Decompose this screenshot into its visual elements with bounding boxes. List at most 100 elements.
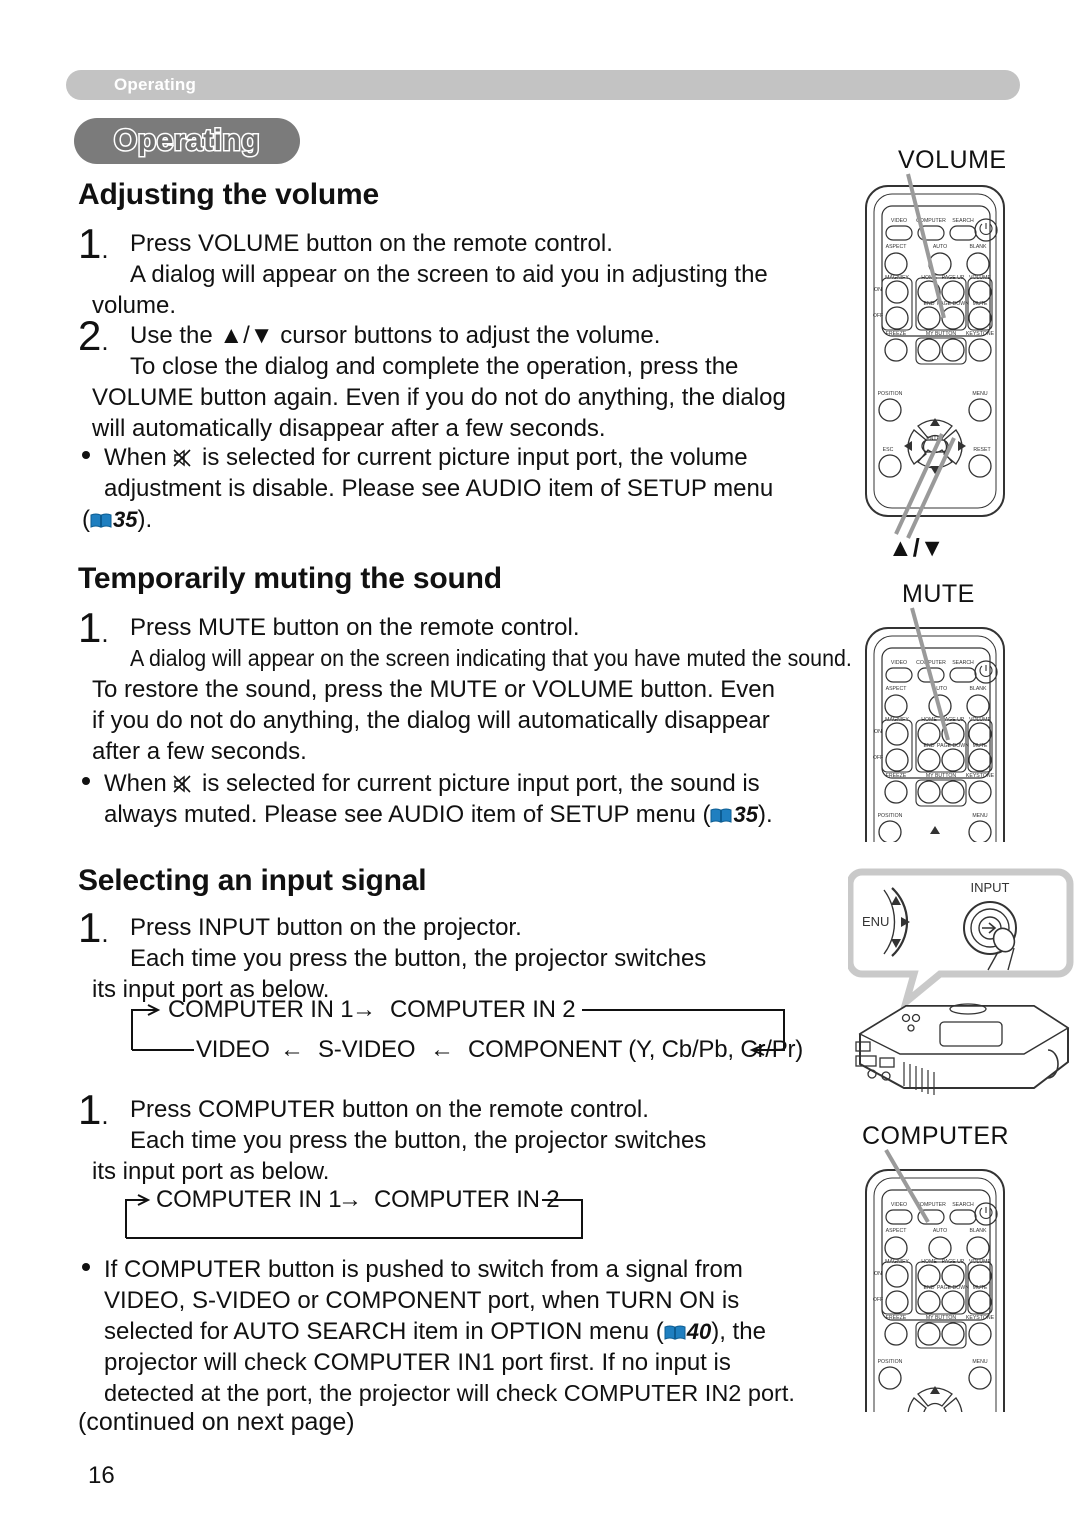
step-line: will automatically disappear after a few… <box>92 415 606 442</box>
page-ref: 40 <box>686 1319 712 1344</box>
svg-text:KEYSTONE: KEYSTONE <box>966 331 995 337</box>
running-head-bar: Operating <box>66 70 1020 100</box>
step-line: Each time you press the button, the proj… <box>130 945 707 972</box>
svg-text:MENU: MENU <box>972 391 988 397</box>
svg-text:MENU: MENU <box>972 1359 988 1365</box>
paren-open: ( <box>82 506 90 533</box>
step-number: 1. <box>78 604 109 651</box>
svg-text:BLANK: BLANK <box>969 1228 987 1234</box>
step-line: Press COMPUTER button on the remote cont… <box>130 1096 649 1123</box>
flow-arrow: → <box>338 1186 362 1213</box>
bullet-dot <box>82 1263 90 1271</box>
step-line: Press INPUT button on the projector. <box>130 914 522 941</box>
book-icon <box>710 801 732 823</box>
flow-row1-arrow: → <box>352 996 376 1023</box>
heading-adjusting-volume: Adjusting the volume <box>78 178 380 211</box>
callout-label-updown: ▲/▼ <box>888 534 945 562</box>
svg-text:OFF: OFF <box>873 755 883 761</box>
svg-text:MUTE: MUTE <box>973 301 988 307</box>
heading-selecting-input: Selecting an input signal <box>78 864 427 897</box>
note-line: detected at the port, the projector will… <box>104 1380 795 1406</box>
step-line: its input port as below. <box>92 1158 330 1185</box>
svg-text:BLANK: BLANK <box>969 244 987 250</box>
step-mute-1: 1. Press MUTE button on the remote contr… <box>78 604 930 767</box>
svg-text:ON: ON <box>874 729 882 735</box>
running-head-label: Operating <box>114 75 197 94</box>
svg-text:POSITION: POSITION <box>878 1359 903 1365</box>
svg-text:MUTE: MUTE <box>973 1285 988 1291</box>
note-text: always muted. Please see AUDIO item of S… <box>104 801 711 828</box>
note-line: adjustment is disable. Please see AUDIO … <box>104 475 774 502</box>
note-line-page-ref: always muted. Please see AUDIO item of S… <box>104 799 904 830</box>
svg-text:MAGNIFY: MAGNIFY <box>885 1259 909 1265</box>
note-line: When is selected for current picture inp… <box>104 768 904 799</box>
step-line: volume. <box>92 292 177 319</box>
paren-close: ). <box>137 506 153 533</box>
projector-menu-label: ENU <box>862 914 889 929</box>
leader-line-updown <box>894 433 956 539</box>
leader-line-mute <box>910 607 950 741</box>
book-icon <box>90 506 112 528</box>
flow-row1-computer-in-2: COMPUTER IN 2 <box>390 996 576 1023</box>
svg-text:KEYSTONE: KEYSTONE <box>966 1315 995 1321</box>
input-cycle-diagram-computer: COMPUTER IN 1 → COMPUTER IN 2 <box>112 1186 632 1248</box>
step-volume-2: 2. Use the ▲/▼ cursor buttons to adjust … <box>78 312 920 444</box>
step-line: Each time you press the button, the proj… <box>130 1127 707 1154</box>
step-line: To restore the sound, press the MUTE or … <box>92 676 775 703</box>
svg-text:ON: ON <box>874 1271 882 1277</box>
input-cycle-diagram-projector: COMPUTER IN 1 → COMPUTER IN 2 VIDEO ← S-… <box>112 996 812 1063</box>
note-text: is selected for current picture input po… <box>202 444 748 471</box>
svg-text:POSITION: POSITION <box>878 813 903 819</box>
svg-text:PAGE UP: PAGE UP <box>942 1259 965 1265</box>
note-text: is selected for current picture input po… <box>202 770 760 797</box>
continued-note: (continued on next page) <box>78 1408 355 1436</box>
note-line: VIDEO, S-VIDEO or COMPONENT port, when T… <box>104 1287 740 1314</box>
step-number: 1. <box>78 904 109 951</box>
note-line-page-ref: selected for AUTO SEARCH item in OPTION … <box>104 1316 904 1347</box>
step-number: 1. <box>78 220 109 267</box>
note-volume-mute: When is selected for current picture inp… <box>78 442 894 535</box>
svg-text:VOLUME: VOLUME <box>969 275 991 281</box>
note-line: projector will check COMPUTER IN1 port f… <box>104 1349 731 1376</box>
step-line: To close the dialog and complete the ope… <box>130 353 739 380</box>
bullet-dot <box>82 451 90 459</box>
step-line: VOLUME button again. Even if you do not … <box>92 384 786 411</box>
svg-text:FREEZE: FREEZE <box>886 1315 907 1321</box>
flow-row2-arrow-2: ← <box>430 1036 454 1063</box>
svg-text:PAGE DOWN: PAGE DOWN <box>937 1285 969 1291</box>
step-number: 2. <box>78 312 109 359</box>
paren-close: ). <box>757 801 773 828</box>
flow-row2-arrow-1: ← <box>280 1036 304 1063</box>
flow-row2-s-video: S-VIDEO <box>318 1036 416 1063</box>
svg-text:HOME: HOME <box>921 1259 937 1265</box>
step-line: Press MUTE button on the remote control. <box>130 614 580 641</box>
svg-text:POSITION: POSITION <box>878 391 903 397</box>
leader-line-computer <box>884 1148 930 1224</box>
book-icon <box>664 1318 686 1340</box>
step-line: A dialog will appear on the screen indic… <box>130 645 852 671</box>
page-number: 16 <box>88 1462 115 1489</box>
section-pill: Operating <box>74 118 300 164</box>
flow-row1-computer-in-1: COMPUTER IN 1 <box>168 996 354 1023</box>
note-line-page-ref: (35). <box>82 504 894 535</box>
flow-row2-component: COMPONENT (Y, Cb/Pb, Cr/Pr) <box>468 1036 804 1063</box>
svg-text:MY BUTTON: MY BUTTON <box>926 773 957 779</box>
svg-text:OFF: OFF <box>873 1297 883 1303</box>
step-number: 1. <box>78 1086 109 1133</box>
svg-text:RESET: RESET <box>973 447 991 453</box>
step-line: after a few seconds. <box>92 738 307 765</box>
leader-line-volume <box>906 173 946 319</box>
step-line: A dialog will appear on the screen to ai… <box>130 261 768 288</box>
step-input-1: 1. Press INPUT button on the projector. … <box>78 904 920 1005</box>
svg-text:VIDEO: VIDEO <box>891 660 907 666</box>
mute-icon <box>173 771 195 793</box>
note-text: When <box>104 770 167 797</box>
projector-illustration: ENU INPUT <box>846 866 1080 1111</box>
input-button-label: INPUT <box>971 880 1010 895</box>
flow-row2-video: VIDEO <box>196 1036 270 1063</box>
bullet-dot <box>82 777 90 785</box>
note-mute-always: When is selected for current picture inp… <box>78 768 904 830</box>
heading-muting-sound: Temporarily muting the sound <box>78 562 502 595</box>
svg-text:MENU: MENU <box>972 813 988 819</box>
flow-computer-in-1: COMPUTER IN 1 <box>156 1186 342 1213</box>
